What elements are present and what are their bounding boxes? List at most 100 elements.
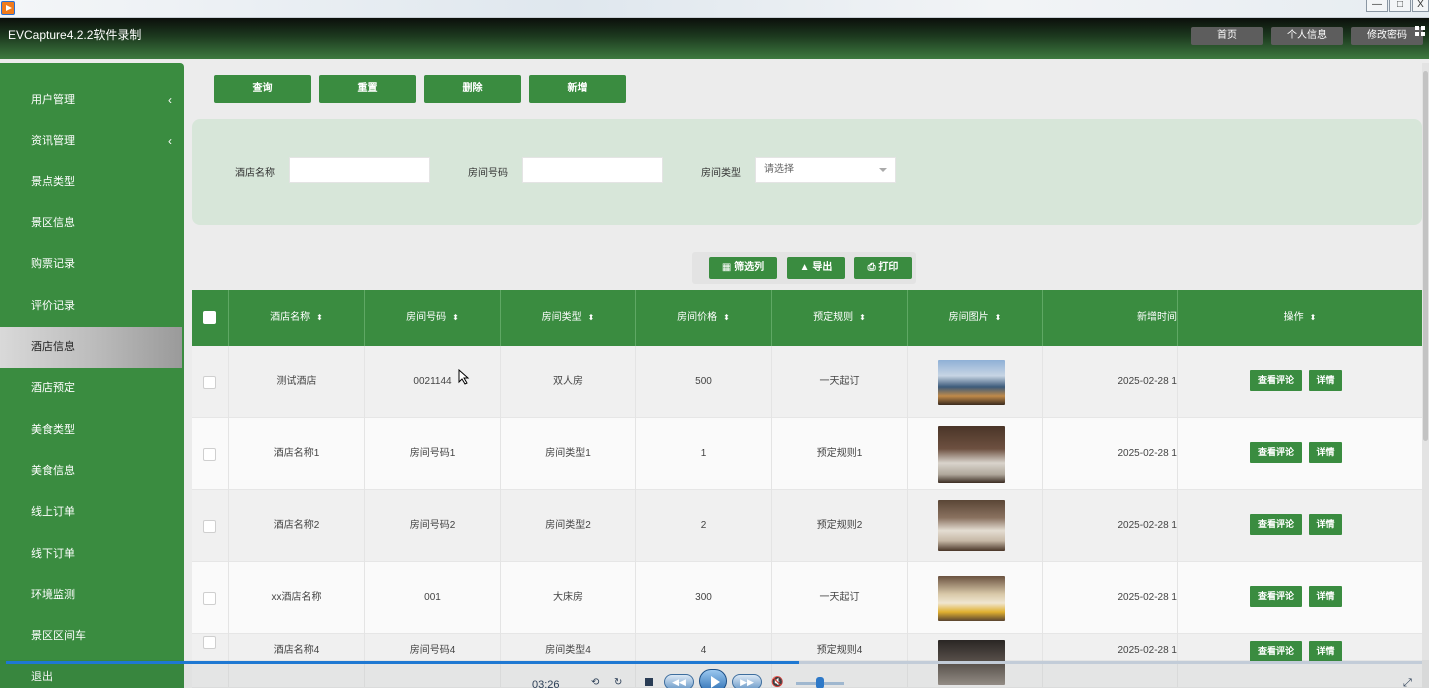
table-row[interactable]: 测试酒店 0021144 双人房 500 一天起订 2025-02-28 1 查… xyxy=(192,346,1422,418)
table-row[interactable]: 酒店名称1 房间号码1 房间类型1 1 预定规则1 2025-02-28 1 查… xyxy=(192,418,1422,490)
export-button[interactable]: ▲ 导出 xyxy=(787,257,845,279)
playback-progress-bar[interactable] xyxy=(6,661,1422,664)
recorder-watermark: EVCapture4.2.2软件录制 xyxy=(8,28,142,42)
cell-created-time: 2025-02-28 1 xyxy=(1043,490,1178,562)
loop-icon[interactable]: ⟲ xyxy=(591,677,599,688)
sidebar-item-ticket-records[interactable]: 购票记录 xyxy=(0,244,182,285)
detail-button[interactable]: 详情 xyxy=(1309,586,1342,607)
volume-knob[interactable] xyxy=(816,677,824,688)
row-checkbox[interactable] xyxy=(203,636,216,649)
room-no-label: 房间号码 xyxy=(468,168,508,179)
col-hotel-name[interactable]: 酒店名称 ⬍ xyxy=(229,290,365,346)
cell-hotel-name: 酒店名称2 xyxy=(229,490,365,562)
delete-button[interactable]: 删除 xyxy=(424,75,521,103)
room-image[interactable] xyxy=(938,500,1005,551)
view-comments-button[interactable]: 查看评论 xyxy=(1250,370,1302,391)
sidebar-item-food-info[interactable]: 美食信息 xyxy=(0,451,182,492)
table-row[interactable]: xx酒店名称 001 大床房 300 一天起订 2025-02-28 1 查看评… xyxy=(192,562,1422,634)
sidebar-item-review-records[interactable]: 评价记录 xyxy=(0,286,182,327)
window-titlebar: — □ X xyxy=(0,0,1429,18)
row-checkbox[interactable] xyxy=(203,592,216,605)
maximize-button[interactable]: □ xyxy=(1389,0,1411,12)
cell-booking-rule: 预定规则2 xyxy=(772,490,908,562)
sidebar-item-shuttle[interactable]: 景区区间车 xyxy=(0,616,182,657)
room-image[interactable] xyxy=(938,576,1005,621)
detail-button[interactable]: 详情 xyxy=(1309,370,1342,391)
col-room-image[interactable]: 房间图片 ⬍ xyxy=(908,290,1043,346)
cell-created-time: 2025-02-28 1 xyxy=(1043,346,1178,418)
col-room-type[interactable]: 房间类型 ⬍ xyxy=(501,290,636,346)
chevron-left-icon: ‹ xyxy=(168,134,172,148)
mute-icon[interactable]: 🔇 xyxy=(771,677,783,688)
add-button[interactable]: 新增 xyxy=(529,75,626,103)
reset-button[interactable]: 重置 xyxy=(319,75,416,103)
detail-button[interactable]: 详情 xyxy=(1309,641,1342,662)
hotel-name-input[interactable] xyxy=(289,157,430,183)
change-password-button[interactable]: 修改密码 xyxy=(1351,27,1423,45)
row-checkbox[interactable] xyxy=(203,448,216,461)
row-checkbox[interactable] xyxy=(203,376,216,389)
row-checkbox[interactable] xyxy=(203,520,216,533)
room-image[interactable] xyxy=(938,360,1005,405)
filter-columns-button[interactable]: ▦ 筛选列 xyxy=(709,257,777,279)
cell-created-time: 2025-02-28 1 xyxy=(1043,562,1178,634)
view-comments-button[interactable]: 查看评论 xyxy=(1250,442,1302,463)
col-room-no[interactable]: 房间号码 ⬍ xyxy=(365,290,501,346)
table-row[interactable]: 酒店名称2 房间号码2 房间类型2 2 预定规则2 2025-02-28 1 查… xyxy=(192,490,1422,562)
sidebar-item-scenic-type[interactable]: 景点类型 xyxy=(0,162,182,203)
rewind-button[interactable]: ◀◀ xyxy=(664,674,694,688)
cell-actions: 查看评论 详情 xyxy=(1178,346,1422,418)
sort-icon: ⬍ xyxy=(994,313,1002,322)
sort-icon: ⬍ xyxy=(723,313,730,322)
cell-actions: 查看评论 详情 xyxy=(1178,418,1422,490)
sort-icon: ⬍ xyxy=(452,313,459,322)
room-type-select[interactable]: 请选择 xyxy=(755,157,896,183)
sidebar-item-news-management[interactable]: 资讯管理 ‹ xyxy=(0,121,182,162)
stop-icon[interactable] xyxy=(645,678,653,686)
col-room-price[interactable]: 房间价格 ⬍ xyxy=(636,290,772,346)
print-icon: ⎙ xyxy=(867,262,879,273)
grid-icon[interactable] xyxy=(1415,26,1425,36)
select-all-checkbox[interactable] xyxy=(203,311,216,324)
video-player-controls: 03:26 ⟲ ↻ ◀◀ ▶▶ 🔇 ⤢ xyxy=(0,660,1429,688)
vertical-scrollbar[interactable] xyxy=(1422,63,1429,688)
view-comments-button[interactable]: 查看评论 xyxy=(1250,586,1302,607)
col-created-time[interactable]: 新增时间 xyxy=(1043,290,1178,346)
query-button[interactable]: 查询 xyxy=(214,75,311,103)
sidebar-item-online-orders[interactable]: 线上订单 xyxy=(0,492,182,533)
sidebar-item-hotel-booking[interactable]: 酒店预定 xyxy=(0,368,182,409)
sidebar-item-offline-orders[interactable]: 线下订单 xyxy=(0,534,182,575)
detail-button[interactable]: 详情 xyxy=(1309,514,1342,535)
playback-time: 03:26 xyxy=(532,679,560,688)
close-button[interactable]: X xyxy=(1412,0,1429,12)
fast-forward-button[interactable]: ▶▶ xyxy=(732,674,762,688)
col-booking-rule[interactable]: 预定规则 ⬍ xyxy=(772,290,908,346)
cell-hotel-name: 酒店名称1 xyxy=(229,418,365,490)
cell-room-no: 房间号码2 xyxy=(365,490,501,562)
cell-actions: 查看评论 详情 xyxy=(1178,490,1422,562)
view-comments-button[interactable]: 查看评论 xyxy=(1250,514,1302,535)
col-actions[interactable]: 操作 ⬍ xyxy=(1178,290,1422,346)
cell-room-no: 001 xyxy=(365,562,501,634)
sidebar-item-food-type[interactable]: 美食类型 xyxy=(0,410,182,451)
refresh-icon[interactable]: ↻ xyxy=(614,677,622,688)
hotel-name-label: 酒店名称 xyxy=(235,168,275,179)
sidebar-item-scenic-info[interactable]: 景区信息 xyxy=(0,203,182,244)
sidebar-item-environment[interactable]: 环境监测 xyxy=(0,575,182,616)
view-comments-button[interactable]: 查看评论 xyxy=(1250,641,1302,662)
scrollbar-thumb[interactable] xyxy=(1423,71,1428,441)
minimize-button[interactable]: — xyxy=(1366,0,1388,12)
sidebar-item-hotel-info[interactable]: 酒店信息 xyxy=(0,327,182,368)
home-button[interactable]: 首页 xyxy=(1191,27,1263,45)
profile-button[interactable]: 个人信息 xyxy=(1271,27,1343,45)
cell-room-no: 0021144 xyxy=(365,346,501,418)
print-button[interactable]: ⎙ 打印 xyxy=(854,257,912,279)
room-image[interactable] xyxy=(938,426,1005,483)
sidebar-item-user-management[interactable]: 用户管理 ‹ xyxy=(0,80,182,121)
room-no-input[interactable] xyxy=(522,157,663,183)
cell-room-price: 500 xyxy=(636,346,772,418)
detail-button[interactable]: 详情 xyxy=(1309,442,1342,463)
fullscreen-icon[interactable]: ⤢ xyxy=(1403,677,1412,688)
play-button[interactable] xyxy=(699,669,727,688)
main-content: 查询 重置 删除 新增 酒店名称 房间号码 房间类型 请选择 ▦ 筛选列 ▲ 导… xyxy=(184,59,1429,688)
